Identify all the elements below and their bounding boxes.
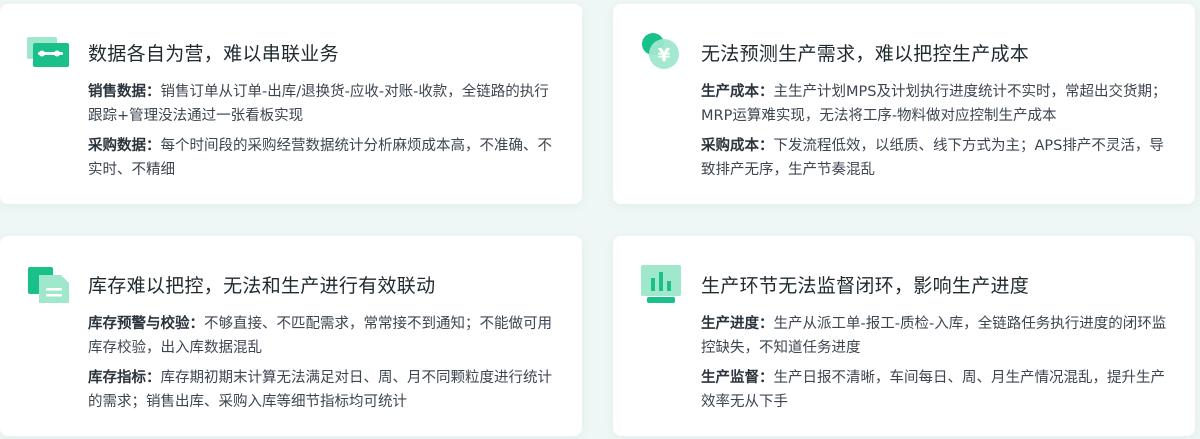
card-production-demand: ¥ 无法预测生产需求，难以把控生产成本 生产成本：主生产计划MPS及计划执行进度…: [613, 4, 1195, 204]
card-paragraph: 生产进度：生产从派工单-报工-质检-入库，全链路任务执行进度的闭环监控缺失，不知…: [701, 312, 1173, 360]
yen-coin-icon: ¥: [642, 33, 679, 69]
item-label: 生产进度：: [701, 316, 774, 332]
item-label: 销售数据：: [88, 84, 161, 100]
svg-text:¥: ¥: [658, 45, 671, 66]
card-paragraph: 采购成本：下发流程低效，以纸质、线下方式为主；APS排产不灵活，导致排产无序，生…: [701, 134, 1173, 182]
item-label: 库存指标：: [88, 370, 161, 386]
item-label: 采购成本：: [701, 138, 774, 154]
card-header: ¥ 无法预测生产需求，难以把控生产成本: [640, 32, 1173, 72]
card-header: 数据各自为营，难以串联业务: [27, 32, 560, 72]
card-data-silos: 数据各自为营，难以串联业务 销售数据：销售订单从订单-出库/退换货-应收-对账-…: [0, 4, 582, 204]
card-paragraph: 采购数据：每个时间段的采购经营数据统计分析麻烦成本高，不准确、不实时、不精细: [88, 134, 560, 182]
card-paragraph: 库存预警与校验：不够直接、不匹配需求，常常接不到通知；不能做可用库存校验，出入库…: [88, 312, 560, 360]
card-title: 数据各自为营，难以串联业务: [88, 42, 339, 65]
card-header: 库存难以把控，无法和生产进行有效联动: [27, 264, 560, 304]
card-production-monitoring: 生产环节无法监督闭环，影响生产进度 生产进度：生产从派工单-报工-质检-入库，全…: [613, 236, 1195, 436]
card-inventory: 库存难以把控，无法和生产进行有效联动 库存预警与校验：不够直接、不匹配需求，常常…: [0, 236, 582, 436]
monitor-chart-icon: [641, 265, 681, 303]
card-title: 库存难以把控，无法和生产进行有效联动: [88, 274, 436, 297]
card-paragraph: 生产成本：主生产计划MPS及计划执行进度统计不实时，常超出交货期；MRP运算难实…: [701, 80, 1173, 128]
card-paragraph: 销售数据：销售订单从订单-出库/退换货-应收-对账-收款，全链路的执行跟踪+管理…: [88, 80, 560, 128]
item-label: 采购数据：: [88, 138, 161, 154]
card-paragraph: 库存指标：库存期初期末计算无法满足对日、周、月不同颗粒度进行统计的需求；销售出库…: [88, 366, 560, 414]
item-label: 库存预警与校验：: [88, 316, 204, 332]
inventory-doc-icon: [28, 267, 69, 303]
card-title: 无法预测生产需求，难以把控生产成本: [701, 42, 1030, 65]
card-header: 生产环节无法监督闭环，影响生产进度: [640, 264, 1173, 304]
item-label: 生产监督：: [701, 370, 774, 386]
card-paragraph: 生产监督：生产日报不清晰，车间每日、周、月生产情况混乱，提升生产效率无从下手: [701, 366, 1173, 414]
item-label: 生产成本：: [701, 84, 774, 100]
card-title: 生产环节无法监督闭环，影响生产进度: [701, 274, 1030, 297]
data-board-icon: [27, 37, 69, 67]
